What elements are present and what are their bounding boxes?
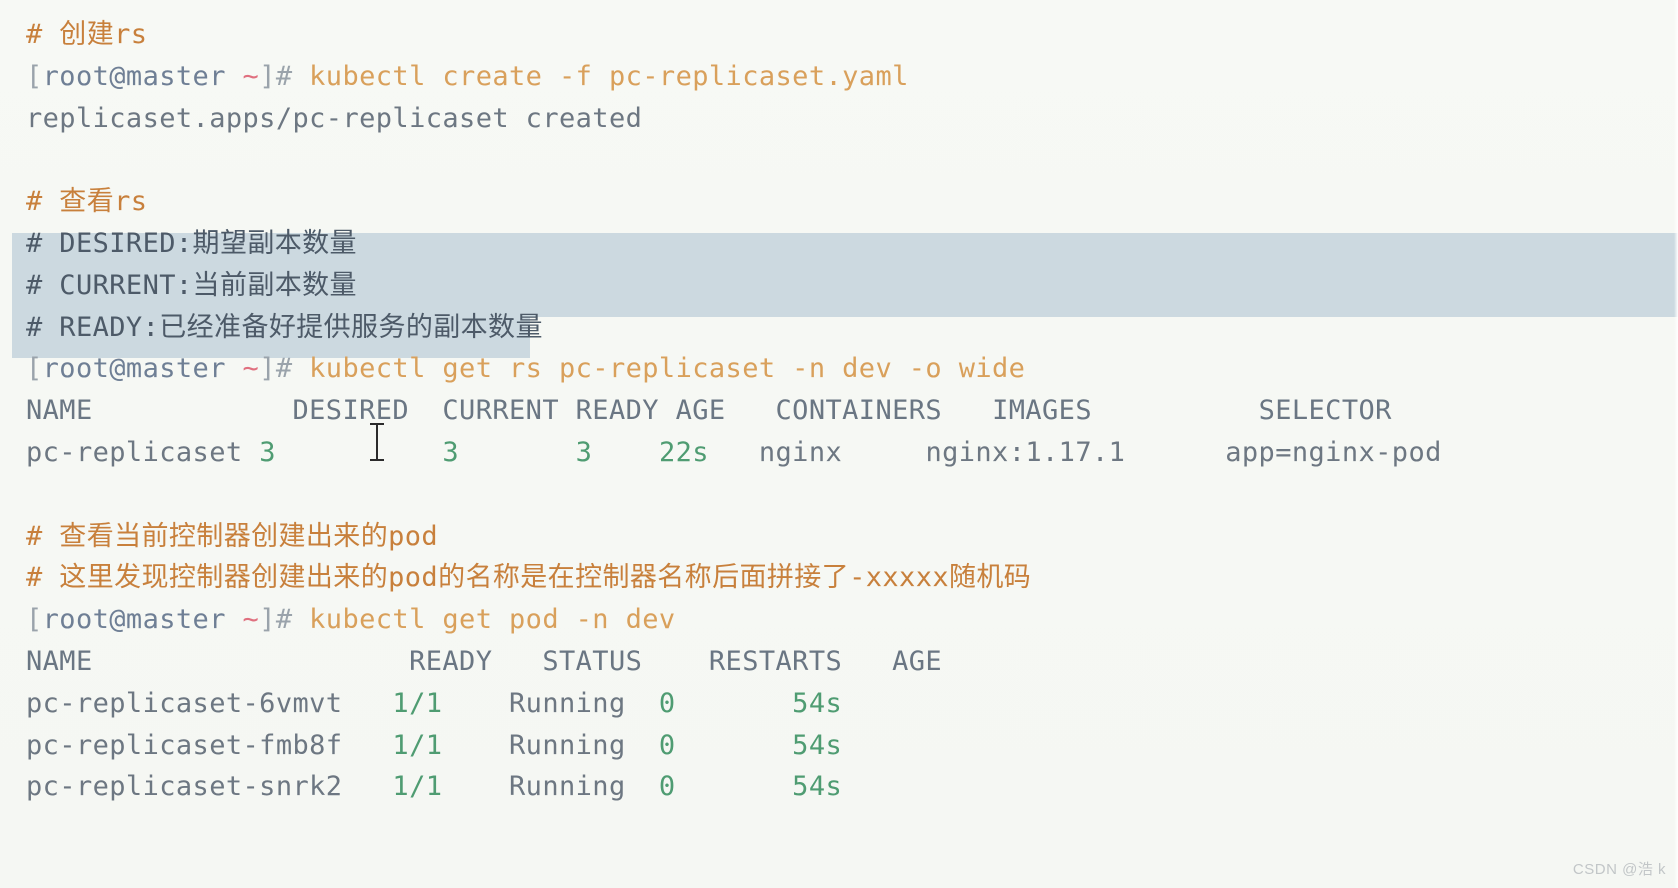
pod-cell-ready: 1/1 — [392, 687, 443, 719]
comment-text: # 创建rs — [26, 19, 148, 50]
pod-cell-name: pc-replicaset-fmb8f — [26, 729, 343, 761]
command-text: kubectl create -f pc-replicaset.yaml — [309, 60, 909, 92]
pod-table-row: pc-replicaset-fmb8f 1/1 Running 0 54s — [26, 725, 1678, 767]
rs-cell-desired: 3 — [259, 436, 276, 468]
pod-cell-status: Running — [509, 771, 626, 803]
line-comment-view-pod: # 查看当前控制器创建出来的pod — [26, 516, 1678, 558]
command-text: kubectl get pod -n dev — [309, 604, 676, 636]
pod-cell-name: pc-replicaset-6vmvt — [26, 687, 343, 719]
pod-cell-restarts: 0 — [658, 729, 676, 761]
rs-cell-ready: 3 — [575, 436, 593, 468]
rs-header-age: AGE — [675, 395, 726, 427]
prompt-open-bracket: [ — [26, 353, 43, 385]
watermark-text: CSDN @浩 k — [1572, 861, 1666, 878]
rs-table-header: NAME DESIRED CURRENT READY AGE CONTAINER… — [26, 390, 1678, 432]
prompt-close: ]# — [259, 353, 293, 385]
pod-table-row: pc-replicaset-snrk2 1/1 Running 0 54s — [26, 766, 1678, 808]
line-comment-view-rs: # 查看rs — [26, 181, 1678, 223]
prompt-tilde: ~ — [242, 604, 260, 636]
rs-header-images: IMAGES — [992, 395, 1092, 427]
line-blank-1 — [26, 139, 1678, 181]
pod-header-age: AGE — [892, 645, 943, 677]
line-comment-ready: # READY:已经准备好提供服务的副本数量 — [26, 307, 1678, 349]
comment-text: # DESIRED:期望副本数量 — [26, 227, 357, 259]
comment-text: # 查看当前控制器创建出来的pod — [26, 520, 439, 552]
prompt-user-host: root@master — [42, 60, 226, 92]
line-blank-2 — [26, 474, 1678, 516]
rs-cell-containers: nginx — [758, 436, 843, 468]
line-cmd-create: [root@master ~]# kubectl create -f pc-re… — [26, 56, 1678, 98]
terminal-output-block: # 创建rs [root@master ~]# kubectl create -… — [0, 0, 1678, 808]
pod-cell-status: Running — [509, 687, 626, 719]
prompt-tilde: ~ — [242, 353, 260, 385]
pod-cell-age: 54s — [792, 687, 843, 719]
pod-cell-name: pc-replicaset-snrk2 — [26, 771, 343, 803]
pod-cell-status: Running — [509, 729, 626, 761]
rs-header-selector: SELECTOR — [1258, 395, 1392, 427]
prompt-user-host: root@master — [42, 353, 226, 385]
rs-cell-current: 3 — [442, 436, 460, 468]
pod-header-name: NAME — [26, 645, 93, 677]
pod-header-status: STATUS — [542, 645, 643, 677]
pod-header-restarts: RESTARTS — [708, 645, 843, 677]
line-out-created: replicaset.apps/pc-replicaset created — [26, 98, 1678, 140]
line-comment-pod-naming: # 这里发现控制器创建出来的pod的名称是在控制器名称后面拼接了-xxxxx随机… — [26, 557, 1678, 599]
output-text: replicaset.apps/pc-replicaset created — [26, 102, 643, 134]
rs-header-containers: CONTAINERS — [775, 395, 943, 427]
line-comment-create-rs: # 创建rs — [26, 14, 1678, 56]
rs-header-ready: READY — [575, 395, 659, 427]
pod-cell-ready: 1/1 — [392, 729, 443, 761]
comment-text: # 查看rs — [26, 186, 148, 218]
pod-cell-age: 54s — [792, 729, 843, 761]
prompt-open-bracket: [ — [26, 60, 43, 92]
rs-cell-name: pc-replicaset — [26, 436, 243, 468]
pod-cell-restarts: 0 — [658, 771, 676, 803]
pod-cell-restarts: 0 — [658, 687, 676, 719]
pod-header-ready: READY — [409, 645, 493, 677]
line-comment-desired: # DESIRED:期望副本数量 — [26, 223, 1678, 265]
terminal-screenshot: # 创建rs [root@master ~]# kubectl create -… — [0, 0, 1678, 888]
comment-text: # CURRENT:当前副本数量 — [26, 269, 357, 301]
line-comment-current: # CURRENT:当前副本数量 — [26, 265, 1678, 307]
pod-cell-age: 54s — [792, 771, 843, 803]
prompt-user-host: root@master — [42, 604, 226, 636]
line-cmd-get-pod: [root@master ~]# kubectl get pod -n dev — [26, 599, 1678, 641]
prompt-tilde: ~ — [242, 60, 260, 92]
rs-header-current: CURRENT — [442, 395, 559, 427]
pod-table-header: NAME READY STATUS RESTARTS AGE — [26, 641, 1678, 683]
rs-table-row: pc-replicaset 3 3 3 22s nginx nginx:1.17… — [26, 432, 1678, 474]
comment-text: # READY:已经准备好提供服务的副本数量 — [26, 311, 543, 343]
page-right-edge — [1674, 0, 1678, 888]
text-cursor-icon — [369, 421, 385, 463]
prompt-open-bracket: [ — [26, 604, 43, 636]
pod-table-row: pc-replicaset-6vmvt 1/1 Running 0 54s — [26, 683, 1678, 725]
command-text: kubectl get rs pc-replicaset -n dev -o w… — [309, 353, 1026, 385]
pod-cell-ready: 1/1 — [392, 771, 443, 803]
comment-text: # 这里发现控制器创建出来的pod的名称是在控制器名称后面拼接了-xxxxx随机… — [26, 562, 1032, 594]
rs-cell-selector: app=nginx-pod — [1225, 436, 1442, 468]
rs-cell-images: nginx:1.17.1 — [925, 436, 1126, 468]
line-cmd-get-rs: [root@master ~]# kubectl get rs pc-repli… — [26, 348, 1678, 390]
rs-header-desired: DESIRED — [292, 395, 410, 427]
rs-header-name: NAME — [26, 395, 93, 427]
prompt-close: ]# — [259, 604, 293, 636]
rs-cell-age: 22s — [658, 436, 709, 468]
prompt-close: ]# — [259, 60, 293, 92]
